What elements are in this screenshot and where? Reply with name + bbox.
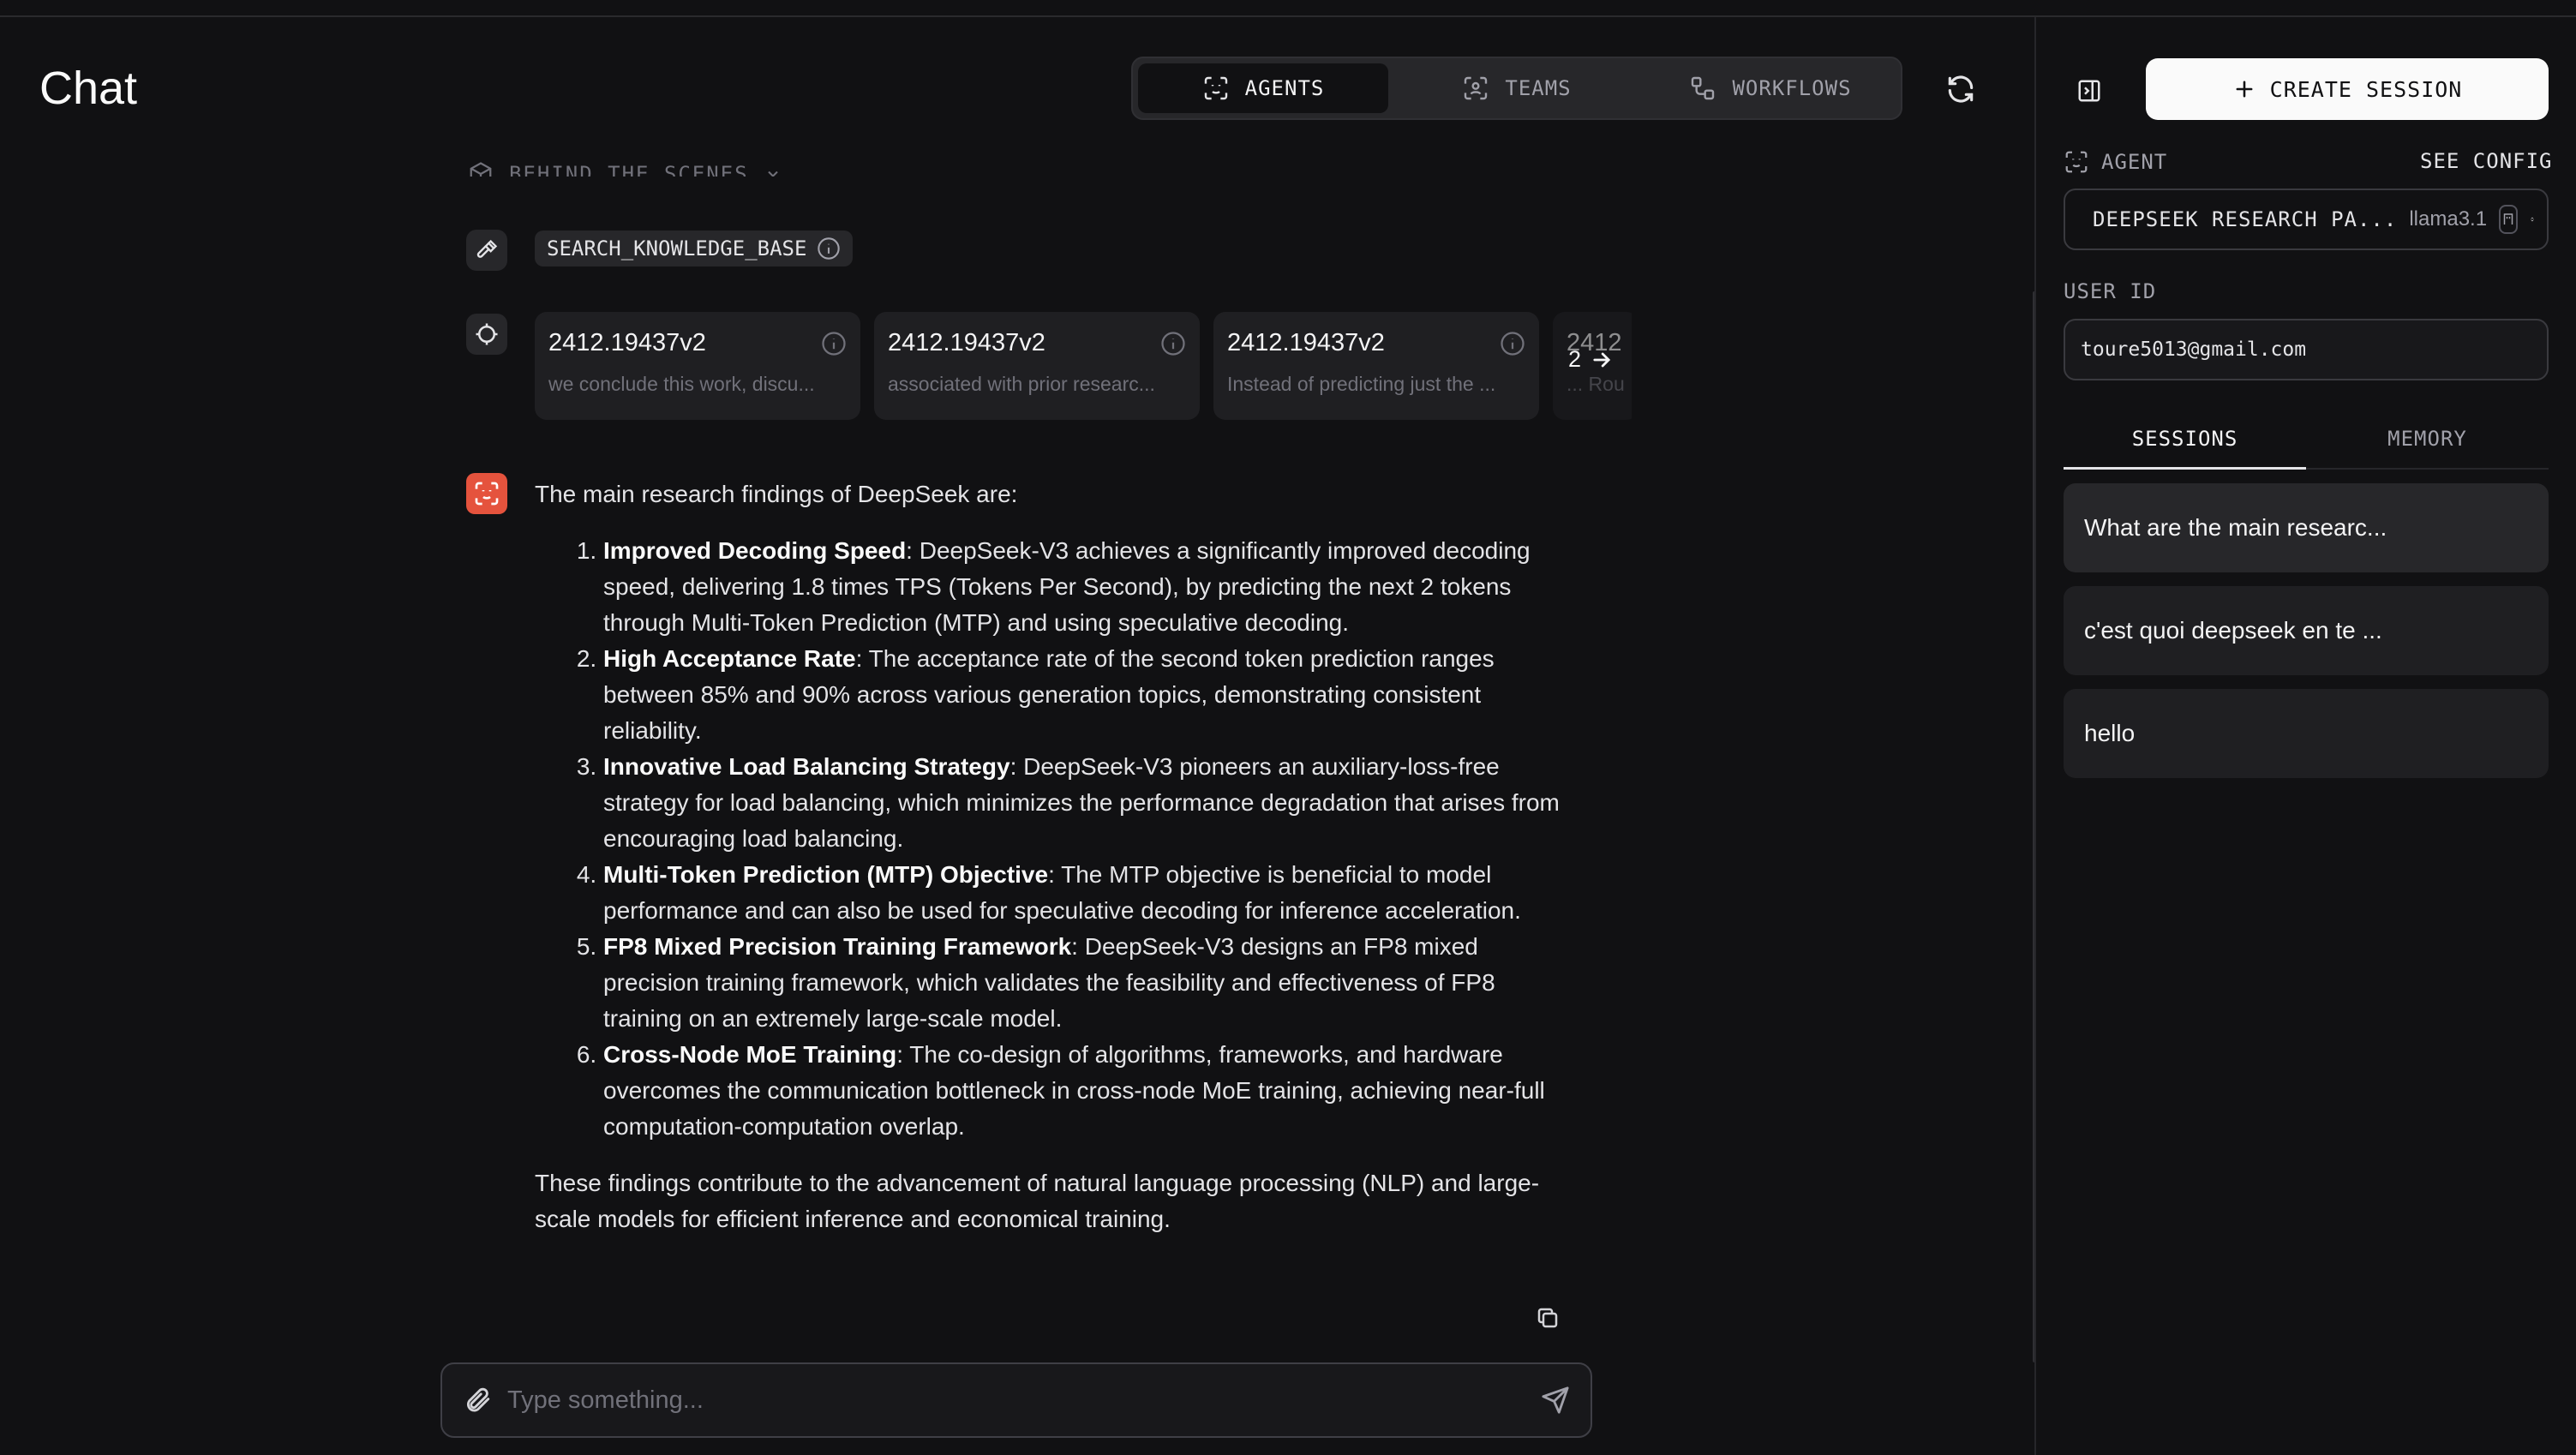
arrow-right-icon xyxy=(1593,352,1611,367)
refresh-button[interactable] xyxy=(1942,70,1980,108)
reference-snippet: ... Rou xyxy=(1567,373,1625,395)
tool-call-name: SEARCH_KNOWLEDGE_BASE xyxy=(547,237,807,260)
sidebar-collapse-icon xyxy=(2078,80,2100,102)
tab-sessions[interactable]: SESSIONS xyxy=(2064,422,2306,470)
reference-title: 2412.19437v2 xyxy=(548,329,706,356)
list-item: Innovative Load Balancing Strategy: Deep… xyxy=(603,749,1563,857)
copy-icon xyxy=(1537,1308,1558,1328)
agent-select[interactable]: DEEPSEEK RESEARCH PA... llama3.1 xyxy=(2064,189,2549,250)
reference-card[interactable]: 2412.19437v2 Instead of predicting just … xyxy=(1213,312,1539,420)
tab-teams-label: TEAMS xyxy=(1505,76,1572,100)
tab-memory[interactable]: MEMORY xyxy=(2306,422,2549,468)
agent-icon xyxy=(475,482,499,506)
tool-call-chip[interactable]: SEARCH_KNOWLEDGE_BASE xyxy=(535,231,854,266)
workflow-icon xyxy=(1692,76,1715,100)
agent-icon xyxy=(2065,151,2088,173)
list-item: Improved Decoding Speed: DeepSeek-V3 ach… xyxy=(603,533,1563,641)
reference-snippet: associated with prior researc... xyxy=(888,373,1155,395)
agent-label-text: AGENT xyxy=(2101,150,2168,174)
paperclip-icon[interactable] xyxy=(463,1386,492,1415)
session-item[interactable]: c'est quoi deepseek en te ... xyxy=(2064,586,2549,675)
reference-card[interactable]: 2412.19437v2 we conclude this work, disc… xyxy=(535,312,860,420)
window-top-border xyxy=(0,0,2576,17)
tool-call-avatar xyxy=(466,230,507,271)
mode-switcher: AGENTS TEAMS WORKFLOWS xyxy=(1131,57,1902,120)
team-icon xyxy=(1465,76,1488,100)
reference-title: 2412.19437v2 xyxy=(888,329,1045,356)
chevron-down-icon xyxy=(767,171,778,177)
reference-snippet: we conclude this work, discu... xyxy=(548,373,815,395)
agent-select-name: DEEPSEEK RESEARCH PA... xyxy=(2093,207,2398,231)
info-icon xyxy=(1161,332,1185,356)
target-icon xyxy=(476,323,498,345)
refresh-icon xyxy=(1948,75,1974,103)
sidebar-tabs: SESSIONS MEMORY xyxy=(2064,422,2549,470)
copy-button[interactable] xyxy=(1534,1304,1561,1332)
chat-input-box xyxy=(440,1362,1592,1438)
list-item: Multi-Token Prediction (MTP) Objective: … xyxy=(603,857,1563,929)
info-icon xyxy=(818,237,841,260)
reference-card[interactable]: 2412.19437v2 associated with prior resea… xyxy=(874,312,1200,420)
finding-heading: High Acceptance Rate xyxy=(603,645,856,672)
message-input[interactable] xyxy=(507,1386,1525,1415)
references-carousel: 2412.19437v2 we conclude this work, disc… xyxy=(535,312,1632,422)
tab-workflows-label: WORKFLOWS xyxy=(1732,76,1852,100)
agent-label: AGENT xyxy=(2064,149,2167,175)
create-session-label: CREATE SESSION xyxy=(2269,76,2463,102)
tab-agents[interactable]: AGENTS xyxy=(1138,63,1388,113)
list-item: Cross-Node MoE Training: The co-design o… xyxy=(603,1037,1563,1145)
model-badge-icon xyxy=(2499,205,2519,234)
user-id-field[interactable]: toure5013@gmail.com xyxy=(2064,319,2549,380)
see-config-link[interactable]: SEE CONFIG xyxy=(2420,149,2553,173)
finding-heading: Cross-Node MoE Training xyxy=(603,1041,897,1068)
reference-title: 2412.19437v2 xyxy=(1227,329,1385,356)
answer-intro: The main research findings of DeepSeek a… xyxy=(535,481,1018,507)
create-session-button[interactable]: CREATE SESSION xyxy=(2146,58,2549,120)
agent-icon xyxy=(1204,76,1227,100)
info-icon xyxy=(1501,332,1525,356)
finding-heading: Multi-Token Prediction (MTP) Objective xyxy=(603,861,1049,888)
hammer-icon xyxy=(476,239,498,258)
references-next-button[interactable]: 2 xyxy=(1568,346,1614,373)
reference-snippet: Instead of predicting just the ... xyxy=(1227,373,1496,395)
info-icon xyxy=(822,332,846,356)
list-item: FP8 Mixed Precision Training Framework: … xyxy=(603,929,1563,1037)
finding-heading: Improved Decoding Speed xyxy=(603,537,907,564)
references-more-count: 2 xyxy=(1568,346,1582,372)
tab-teams[interactable]: TEAMS xyxy=(1392,63,1642,113)
finding-heading: Innovative Load Balancing Strategy xyxy=(603,753,1010,780)
sidebar-toggle-button[interactable] xyxy=(2072,74,2106,108)
agent-select-model: llama3.1 xyxy=(2409,207,2488,231)
plus-icon xyxy=(2236,81,2253,98)
agent-message: The main research findings of DeepSeek a… xyxy=(535,476,1563,1237)
tab-workflows[interactable]: WORKFLOWS xyxy=(1645,63,1896,113)
behind-the-scenes-label: BEHIND THE SCENES xyxy=(509,162,749,177)
cube-icon xyxy=(470,162,492,177)
answer-conclusion: These findings contribute to the advance… xyxy=(535,1170,1540,1232)
chevron-up-down-icon xyxy=(2531,217,2534,222)
references-avatar xyxy=(466,314,507,355)
list-item: High Acceptance Rate: The acceptance rat… xyxy=(603,641,1563,749)
session-item[interactable]: What are the main researc... xyxy=(2064,483,2549,572)
agent-avatar xyxy=(466,473,507,514)
page-title: Chat xyxy=(39,63,138,114)
tab-agents-label: AGENTS xyxy=(1244,76,1325,100)
findings-list: Improved Decoding Speed: DeepSeek-V3 ach… xyxy=(603,533,1563,1145)
behind-the-scenes-toggle[interactable]: BEHIND THE SCENES xyxy=(468,151,782,177)
session-item[interactable]: hello xyxy=(2064,689,2549,778)
send-icon[interactable] xyxy=(1541,1386,1570,1415)
user-id-label: USER ID xyxy=(2064,279,2157,303)
finding-heading: FP8 Mixed Precision Training Framework xyxy=(603,933,1072,960)
